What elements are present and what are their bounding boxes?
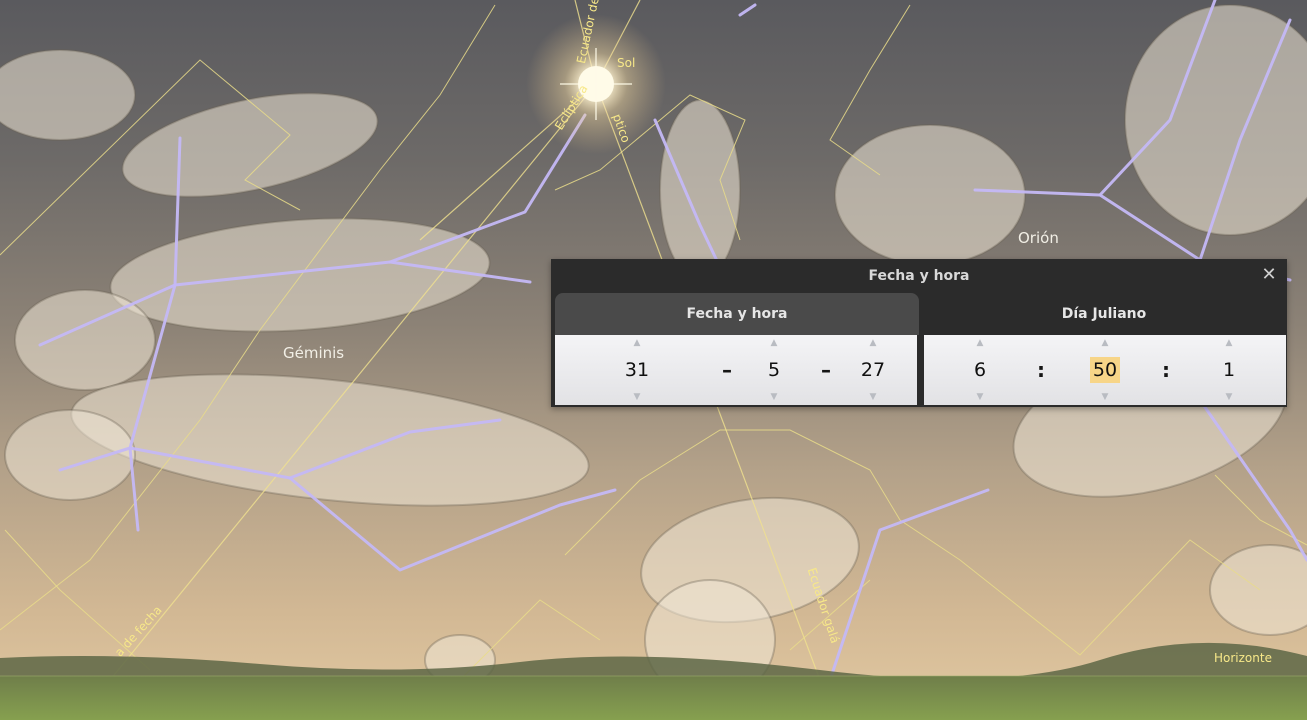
tab-date-time[interactable]: Fecha y hora (555, 293, 919, 335)
time-separator: : (1162, 358, 1170, 382)
time-panel: ▲ 6 ▼ : ▲ 50 ▼ : ▲ 1 ▼ (924, 335, 1286, 405)
dialog-title: Fecha y hora (868, 268, 970, 284)
horizon-label: Horizonte (1214, 651, 1272, 665)
day-field[interactable]: 31 (609, 354, 665, 386)
sun-label: Sol (617, 56, 636, 70)
day-value: 31 (624, 359, 650, 381)
month-up-arrow-icon[interactable]: ▲ (746, 336, 802, 350)
constellation-label-orion: Orión (1018, 229, 1059, 247)
year-field[interactable]: 27 (845, 354, 901, 386)
month-spinner: ▲ 5 ▼ (746, 335, 802, 405)
hour-spinner: ▲ 6 ▼ (952, 335, 1008, 405)
year-down-arrow-icon[interactable]: ▼ (845, 390, 901, 404)
month-down-arrow-icon[interactable]: ▼ (746, 390, 802, 404)
month-value: 5 (767, 359, 781, 381)
second-field[interactable]: 1 (1201, 354, 1257, 386)
second-up-arrow-icon[interactable]: ▲ (1201, 336, 1257, 350)
time-separator: : (1037, 358, 1045, 382)
year-spinner: ▲ 27 ▼ (845, 335, 901, 405)
second-down-arrow-icon[interactable]: ▼ (1201, 390, 1257, 404)
constellation-label-geminis: Géminis (283, 344, 345, 362)
close-icon[interactable]: ✕ (1257, 262, 1281, 288)
year-value: 27 (860, 359, 886, 381)
day-down-arrow-icon[interactable]: ▼ (609, 390, 665, 404)
hour-field[interactable]: 6 (952, 354, 1008, 386)
date-panel: ▲ 31 ▼ – ▲ 5 ▼ – ▲ 27 ▼ (555, 335, 917, 405)
hour-value: 6 (973, 359, 987, 381)
day-spinner: ▲ 31 ▼ (609, 335, 665, 405)
sun-icon (526, 14, 666, 154)
day-up-arrow-icon[interactable]: ▲ (609, 336, 665, 350)
date-separator: – (821, 358, 831, 382)
minute-up-arrow-icon[interactable]: ▲ (1077, 336, 1133, 350)
minute-down-arrow-icon[interactable]: ▼ (1077, 390, 1133, 404)
hour-down-arrow-icon[interactable]: ▼ (952, 390, 1008, 404)
second-spinner: ▲ 1 ▼ (1201, 335, 1257, 405)
minute-value: 50 (1089, 357, 1121, 383)
date-time-dialog: Fecha y hora ✕ Fecha y hora Día Juliano … (551, 259, 1287, 407)
minute-field[interactable]: 50 (1077, 354, 1133, 386)
hour-up-arrow-icon[interactable]: ▲ (952, 336, 1008, 350)
minute-spinner: ▲ 50 ▼ (1077, 335, 1133, 405)
year-up-arrow-icon[interactable]: ▲ (845, 336, 901, 350)
second-value: 1 (1222, 359, 1236, 381)
month-field[interactable]: 5 (746, 354, 802, 386)
date-separator: – (722, 358, 732, 382)
tab-julian-day[interactable]: Día Juliano (921, 293, 1287, 335)
